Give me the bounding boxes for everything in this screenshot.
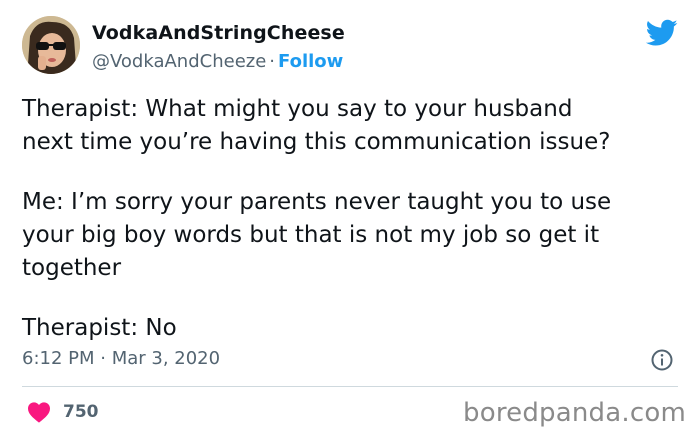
tweet-line: Therapist: What might you say to your hu… bbox=[22, 96, 573, 122]
info-icon[interactable] bbox=[650, 348, 674, 372]
tweet-line: Me: I’m sorry your parents never taught … bbox=[22, 189, 612, 215]
twitter-bird-icon[interactable] bbox=[646, 19, 678, 47]
avatar[interactable] bbox=[22, 16, 80, 74]
divider bbox=[22, 386, 678, 387]
tweet-text: Therapist: What might you say to your hu… bbox=[22, 93, 687, 345]
tweet-card: VodkaAndStringCheese @VodkaAndCheeze · Fol… bbox=[0, 0, 700, 441]
heart-icon[interactable] bbox=[27, 401, 51, 423]
separator-dot: · bbox=[269, 51, 276, 72]
tweet-line: Therapist: No bbox=[22, 315, 177, 341]
like-count[interactable]: 750 bbox=[63, 402, 99, 422]
follow-button[interactable]: Follow bbox=[278, 51, 343, 72]
tweet-line: your big boy words but that is not my jo… bbox=[22, 222, 600, 248]
tweet-timestamp[interactable]: 6:12 PM · Mar 3, 2020 bbox=[22, 348, 220, 369]
author-display-name[interactable]: VodkaAndStringCheese bbox=[92, 22, 345, 44]
tweet-line: together bbox=[22, 255, 122, 281]
tweet-line: next time you’re having this communicati… bbox=[22, 129, 611, 155]
author-handle-line: @VodkaAndCheeze · Follow bbox=[92, 51, 343, 72]
author-handle[interactable]: @VodkaAndCheeze bbox=[92, 51, 266, 72]
watermark: boredpanda.com bbox=[463, 398, 686, 428]
